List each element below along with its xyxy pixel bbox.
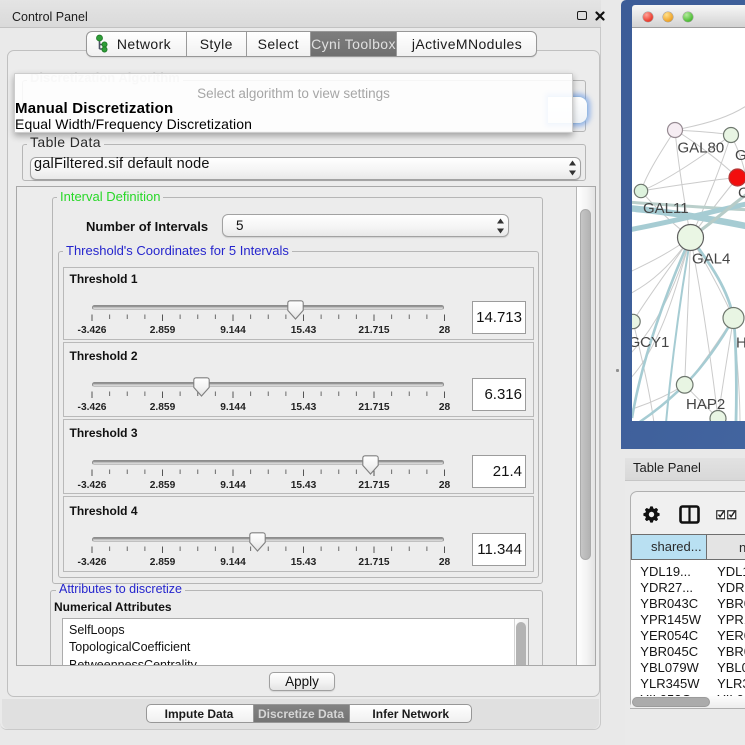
svg-text:GA: GA <box>735 147 745 164</box>
svg-text:GAL11: GAL11 <box>643 200 689 217</box>
svg-text:CY: CY <box>738 185 745 202</box>
svg-text:GAL80: GAL80 <box>678 140 725 157</box>
svg-text:H: H <box>736 335 745 352</box>
svg-text:GAL4: GAL4 <box>692 251 730 268</box>
svg-text:GCY1: GCY1 <box>632 334 669 351</box>
svg-text:HAP2: HAP2 <box>686 396 725 413</box>
